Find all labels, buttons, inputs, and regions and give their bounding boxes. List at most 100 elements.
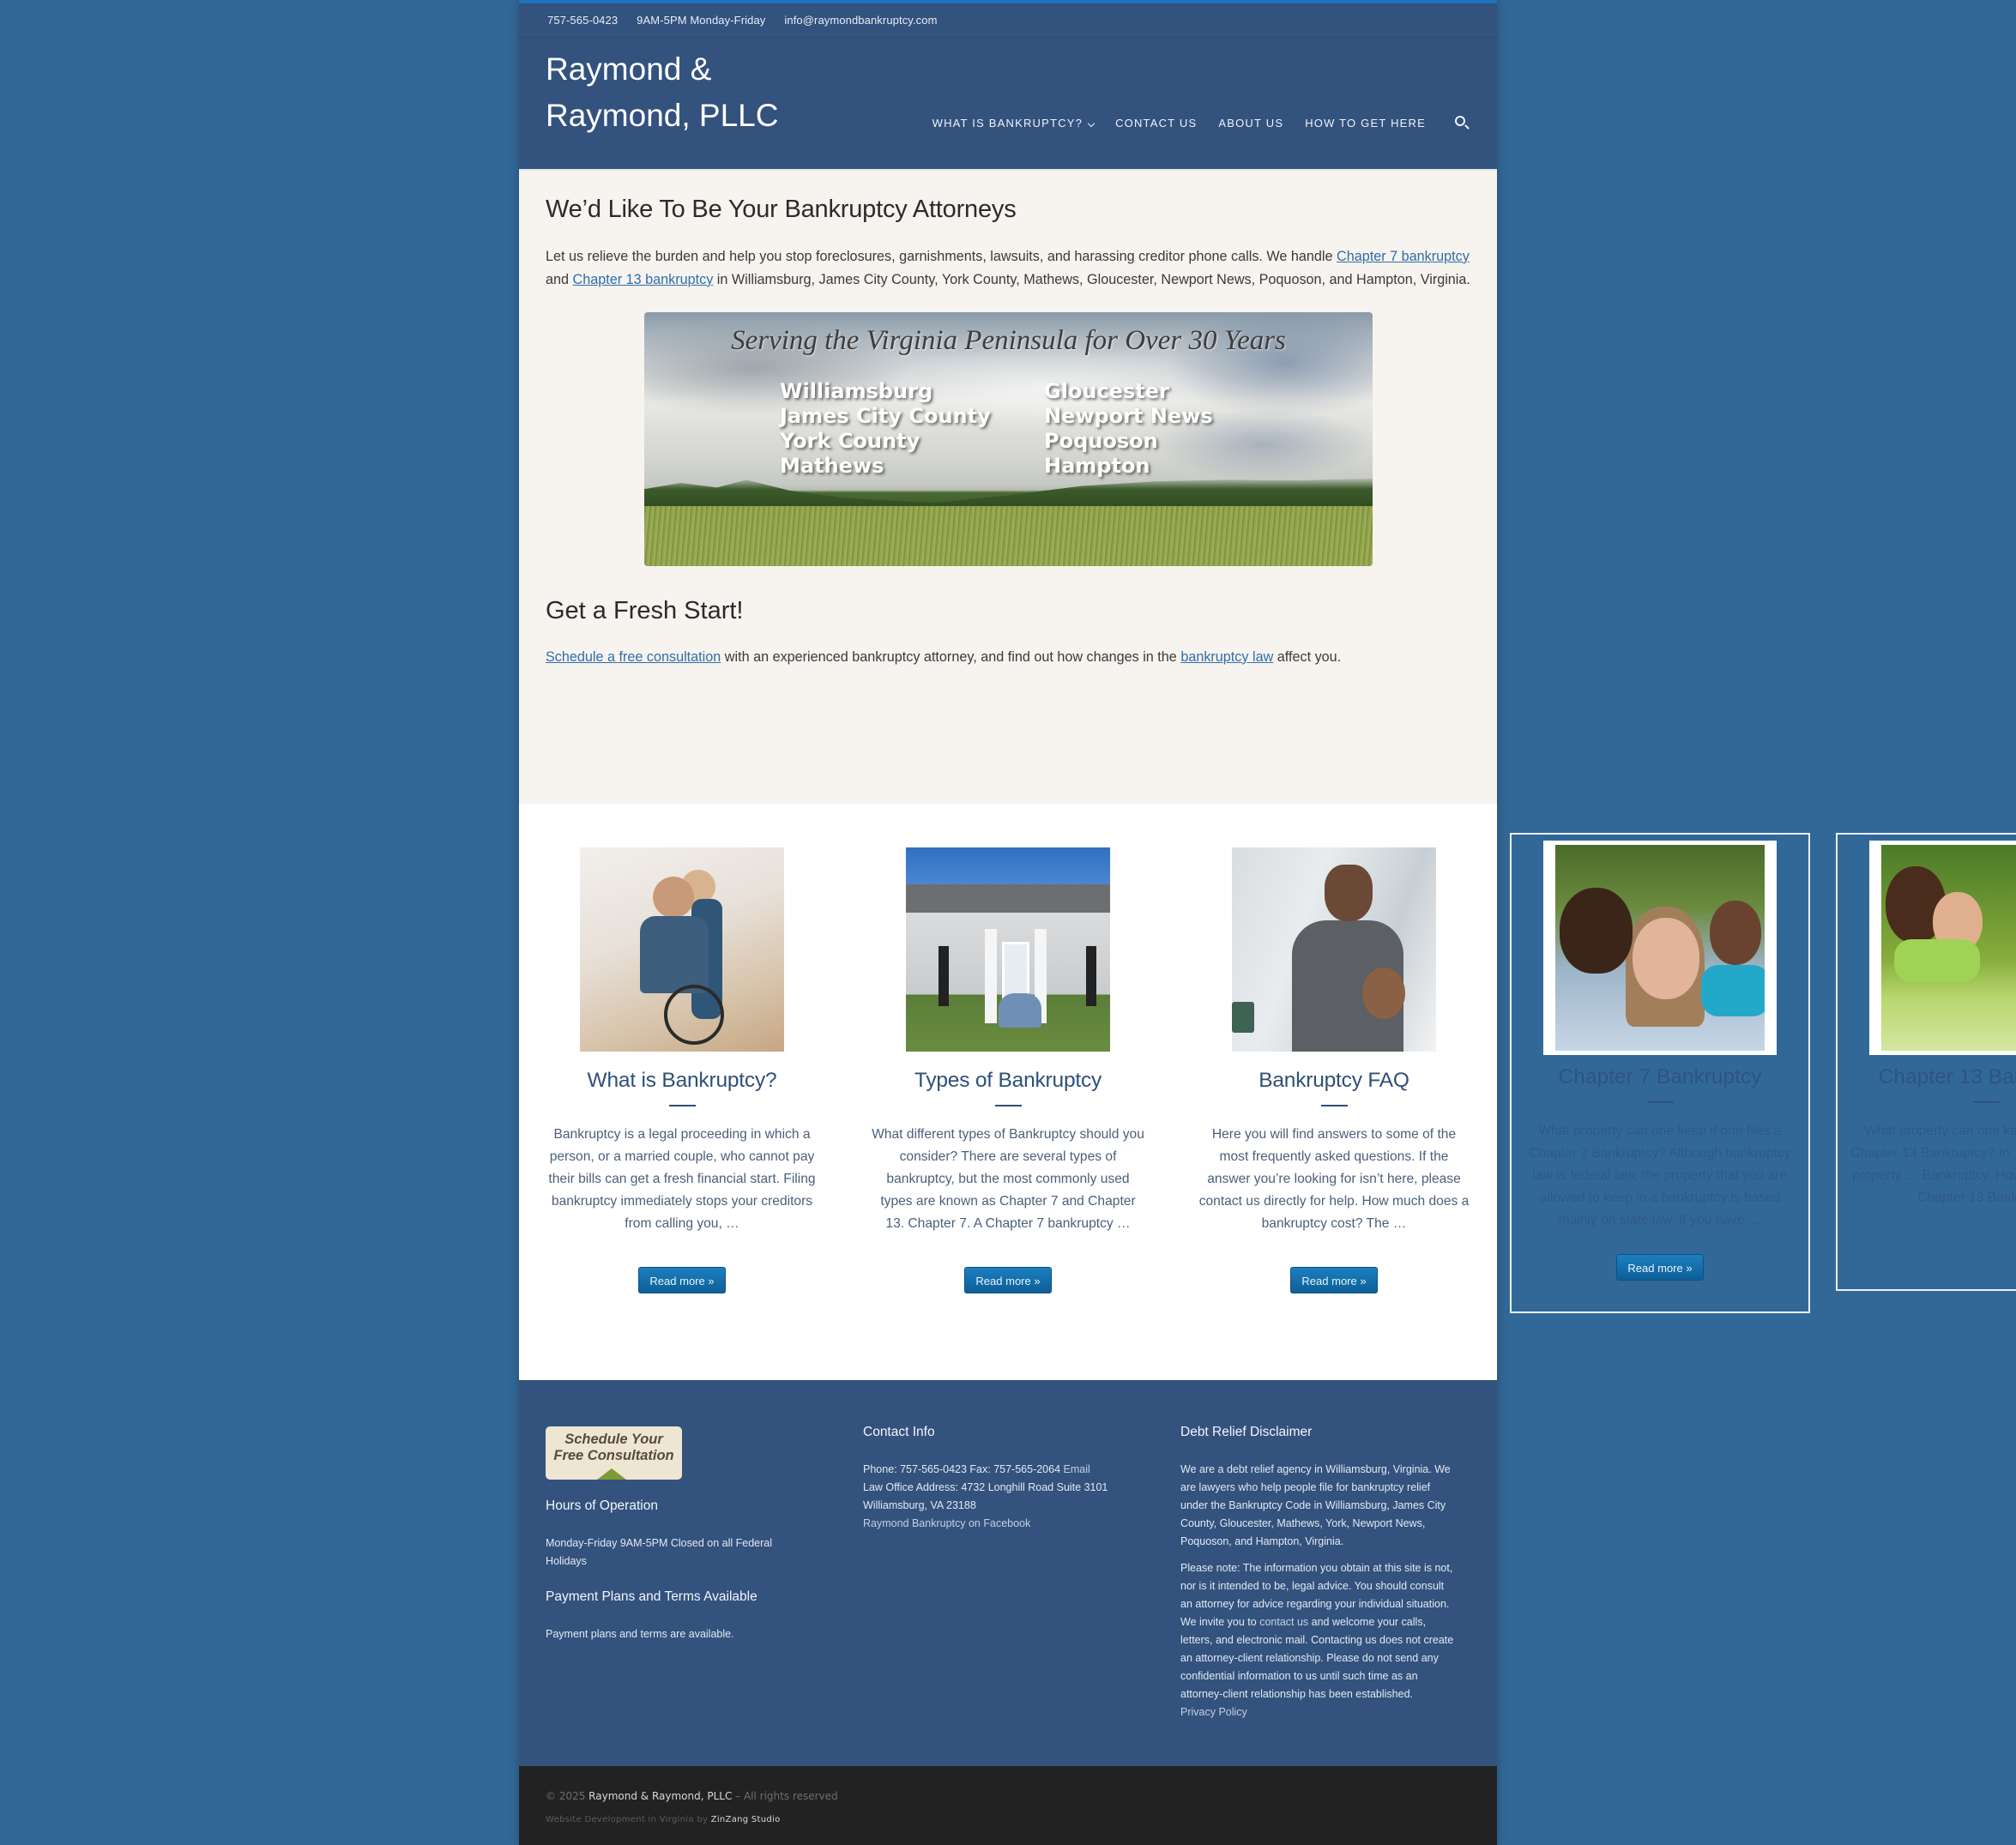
intro-paragraph: Let us relieve the burden and help you s… <box>546 245 1470 292</box>
card-excerpt: Bankruptcy is a legal proceeding in whic… <box>548 1127 816 1231</box>
hours-heading: Hours of Operation <box>546 1498 658 1513</box>
banner-location: Poquoson <box>1044 428 1158 453</box>
card-title[interactable]: Chapter 13 Bankruptcy <box>1838 1065 2016 1089</box>
footer-widgets: Schedule Your Free Consultation Hours of… <box>519 1380 1497 1766</box>
facebook-link[interactable]: Raymond Bankruptcy on Facebook <box>863 1515 1146 1533</box>
banner-location: Mathews <box>780 453 884 478</box>
payment-heading: Payment Plans and Terms Available <box>546 1589 758 1604</box>
featured-pages-section: What is Bankruptcy? Bankruptcy is a lega… <box>519 804 1497 1380</box>
fresh-start-paragraph: Schedule a free consultation with an exp… <box>546 646 1470 669</box>
privacy-policy-link[interactable]: Privacy Policy <box>1180 1703 1455 1721</box>
card-title[interactable]: Bankruptcy FAQ <box>1171 1069 1497 1093</box>
card-excerpt: What property can one keep if one files … <box>1529 1124 1791 1227</box>
footer-column-disclaimer: Debt Relief Disclaimer We are a debt rel… <box>1180 1425 1455 1721</box>
colophon: © 2025 Raymond & Raymond, PLLC – All rig… <box>519 1766 1497 1845</box>
disclaimer-paragraph-1: We are a debt relief agency in Williamsb… <box>1180 1463 1451 1547</box>
contact-address-line2: Williamsburg, VA 23188 <box>863 1499 976 1511</box>
card-excerpt: What different types of Bankruptcy shoul… <box>872 1127 1144 1231</box>
search-button[interactable] <box>1454 115 1470 130</box>
topbar-hours: 9AM-5PM Monday-Friday <box>637 14 766 27</box>
schedule-consultation-link[interactable]: Schedule a free consultation <box>546 649 721 665</box>
mother-baby-photo <box>1232 847 1436 1052</box>
fresh-start-heading: Get a Fresh Start! <box>546 596 744 624</box>
banner-title: Serving the Virginia Peninsula for Over … <box>731 324 1286 356</box>
site-header: Raymond & Raymond, PLLC Bankruptcy Attor… <box>519 38 1497 188</box>
disclaimer-contact-link[interactable]: contact us <box>1259 1616 1308 1628</box>
nav-label: How to Get Here <box>1305 116 1426 130</box>
banner-location: James City County <box>780 403 991 428</box>
card-image[interactable] <box>906 847 1110 1052</box>
site-title[interactable]: Raymond & Raymond, PLLC <box>546 46 820 139</box>
nav-label: Contact Us <box>1115 116 1198 130</box>
card-image[interactable] <box>1543 841 1777 1055</box>
banner-location: Newport News <box>1044 403 1213 428</box>
featured-card-what-is-bankruptcy: What is Bankruptcy? Bankruptcy is a lega… <box>519 847 845 1293</box>
contact-email-link[interactable]: Email <box>1064 1463 1090 1475</box>
banner-location: Hampton <box>1044 453 1150 478</box>
read-more-button[interactable]: Read more » <box>638 1267 726 1293</box>
featured-card-chapter-13: Chapter 13 Bankruptcy What property can … <box>1836 833 2016 1291</box>
footer-column-contact: Contact Info Phone: 757-565-0423 Fax: 75… <box>863 1425 1146 1533</box>
disclaimer-heading: Debt Relief Disclaimer <box>1180 1425 1313 1439</box>
bankruptcy-law-link[interactable]: bankruptcy law <box>1180 649 1273 665</box>
card-title[interactable]: Chapter 7 Bankruptcy <box>1512 1065 1808 1089</box>
nav-label: What is Bankruptcy? <box>932 116 1083 130</box>
service-area-banner: Serving the Virginia Peninsula for Over … <box>644 311 1373 566</box>
nav-what-is-bankruptcy[interactable]: What is Bankruptcy? <box>932 116 1096 130</box>
family-house-photo <box>906 847 1110 1052</box>
page-container: 757-565-0423 9AM-5PM Monday-Friday info@… <box>519 0 1497 1845</box>
nav-about-us[interactable]: About Us <box>1218 117 1283 130</box>
read-more-button[interactable]: Read more » <box>1290 1267 1378 1293</box>
copyright-prefix: © 2025 <box>546 1790 589 1802</box>
copyright-suffix: – All rights reserved <box>732 1790 838 1802</box>
arrow-up-icon <box>597 1468 626 1480</box>
footer-column-hours: Schedule Your Free Consultation Hours of… <box>546 1426 803 1643</box>
disclaimer-paragraph-2: Please note: The information you obtain … <box>1180 1559 1455 1703</box>
copyright-site-link[interactable]: Raymond & Raymond, PLLC <box>589 1790 732 1802</box>
disclaimer-text-end: and welcome your calls, letters, and ele… <box>1180 1616 1454 1700</box>
nav-contact-us[interactable]: Contact Us <box>1115 117 1197 130</box>
banner-location: York County <box>780 428 920 453</box>
card-image[interactable] <box>1232 847 1436 1052</box>
card-title[interactable]: Types of Bankruptcy <box>845 1069 1171 1093</box>
card-excerpt: What property can one keep if one files … <box>1850 1124 2016 1205</box>
chapter-7-link[interactable]: Chapter 7 bankruptcy <box>1337 249 1470 264</box>
card-divider <box>994 1105 1022 1106</box>
featured-card-chapter-7: Chapter 7 Bankruptcy What property can o… <box>1510 833 1810 1313</box>
schedule-consultation-badge[interactable]: Schedule Your Free Consultation <box>546 1426 682 1480</box>
featured-card-types-of-bankruptcy: Types of Bankruptcy What different types… <box>845 847 1171 1293</box>
topbar-email[interactable]: info@raymondbankruptcy.com <box>784 14 937 27</box>
banner-left-column: Williamsburg James City County York Coun… <box>780 379 991 479</box>
contact-phone: Phone: 757-565-0423 Fax: 757-565-2064 <box>863 1463 1064 1475</box>
chevron-down-icon <box>1087 119 1096 128</box>
read-more-button[interactable]: Read more » <box>964 1267 1052 1293</box>
intro-text-and: and <box>546 271 573 287</box>
intro-section: We’d Like To Be Your Bankruptcy Attorney… <box>519 171 1497 804</box>
card-divider <box>1320 1105 1348 1106</box>
card-title[interactable]: What is Bankruptcy? <box>519 1069 845 1093</box>
banner-field <box>644 505 1373 566</box>
fresh-start-text-end: affect you. <box>1273 648 1342 665</box>
card-image[interactable] <box>1869 841 2016 1055</box>
read-more-button[interactable]: Read more » <box>1616 1254 1704 1281</box>
family-smiling-photo <box>1555 845 1765 1051</box>
contact-address-line1: Law Office Address: 4732 Longhill Road S… <box>863 1481 1108 1493</box>
card-excerpt: Here you will find answers to some of th… <box>1198 1127 1470 1231</box>
intro-text-start: Let us relieve the burden and help you s… <box>546 248 1337 264</box>
credit-link[interactable]: ZinZang Studio <box>711 1815 781 1824</box>
banner-right-column: Gloucester Newport News Poquoson Hampton <box>1044 379 1213 479</box>
search-icon <box>1455 116 1465 126</box>
contact-heading: Contact Info <box>863 1425 935 1439</box>
credit-prefix: Website Development in Virginia by <box>546 1815 711 1824</box>
topbar-phone[interactable]: 757-565-0423 <box>547 14 618 27</box>
chapter-13-link[interactable]: Chapter 13 bankruptcy <box>573 272 714 287</box>
banner-location: Williamsburg <box>780 378 933 403</box>
card-divider <box>1646 1101 1674 1103</box>
nav-how-to-get-here[interactable]: How to Get Here <box>1305 117 1426 130</box>
featured-card-bankruptcy-faq: Bankruptcy FAQ Here you will find answer… <box>1171 847 1497 1293</box>
fresh-start-text: with an experienced bankruptcy attorney,… <box>721 648 1181 665</box>
card-divider <box>1972 1101 2000 1103</box>
copyright: © 2025 Raymond & Raymond, PLLC – All rig… <box>546 1790 838 1802</box>
card-image[interactable] <box>580 847 784 1052</box>
search-icon-handle <box>1464 124 1470 130</box>
